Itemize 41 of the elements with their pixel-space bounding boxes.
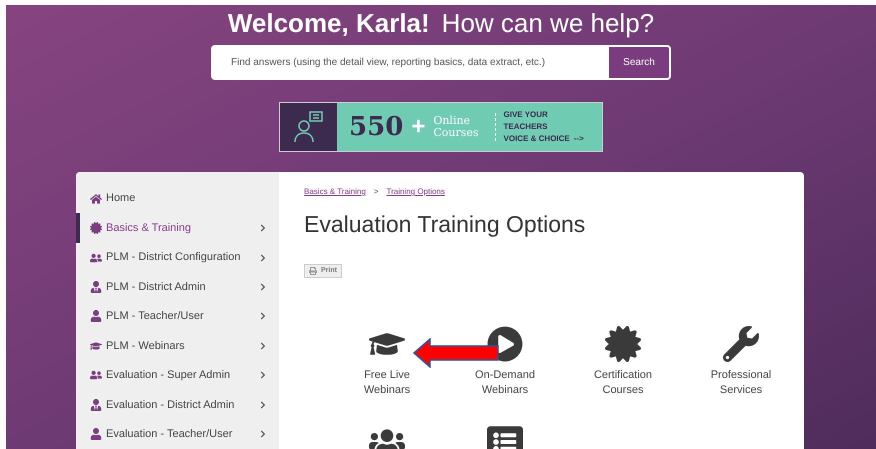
option-label[interactable]: Certification Courses bbox=[594, 368, 652, 398]
sidebar-item[interactable]: Evaluation - District Admin bbox=[76, 390, 279, 420]
sidebar-item[interactable]: PLM - District Admin bbox=[76, 272, 279, 302]
badge-icon bbox=[90, 222, 102, 234]
welcome-heading: Welcome, Karla! bbox=[228, 7, 430, 39]
breadcrumb-link[interactable]: Training Options bbox=[386, 186, 445, 198]
graduation-cap-icon bbox=[90, 340, 102, 352]
arrow-text: --> bbox=[574, 133, 584, 145]
cta-text: GIVE YOUR TEACHERS bbox=[504, 109, 549, 133]
course-count: 550 bbox=[349, 110, 404, 144]
breadcrumb-separator: > bbox=[374, 186, 378, 198]
sidebar-item[interactable]: Evaluation - Super Admin bbox=[76, 360, 279, 390]
option-label[interactable]: Free Live Webinars bbox=[364, 368, 410, 398]
cta-text: VOICE & CHOICE bbox=[504, 133, 570, 145]
users-icon bbox=[90, 252, 102, 264]
sidebar-item[interactable]: PLM - Webinars bbox=[76, 331, 279, 361]
user-icon bbox=[90, 281, 102, 294]
search-button[interactable]: Search bbox=[607, 45, 671, 80]
page-title: Evaluation Training Options bbox=[304, 210, 586, 238]
plus-sign: + bbox=[411, 112, 426, 142]
help-heading: How can we help? bbox=[442, 7, 654, 39]
users-icon bbox=[90, 369, 102, 382]
home-icon bbox=[90, 192, 102, 205]
option-label[interactable]: Professional Services bbox=[710, 368, 772, 398]
teacher-speech-icon bbox=[292, 110, 326, 144]
printer-icon bbox=[309, 267, 317, 275]
badge-icon bbox=[605, 326, 641, 362]
sidebar-item[interactable]: Evaluation - Teacher/User bbox=[76, 420, 279, 449]
user-icon bbox=[90, 428, 102, 440]
user-icon bbox=[90, 310, 102, 322]
sidebar-item[interactable]: PLM - District Configuration bbox=[76, 242, 279, 272]
online-label: Online bbox=[433, 115, 472, 127]
option-label[interactable]: On-Demand Webinars bbox=[475, 368, 535, 398]
sidebar-item[interactable]: Home bbox=[76, 184, 279, 214]
breadcrumb-link[interactable]: Basics & Training bbox=[304, 186, 366, 198]
wrench-icon bbox=[723, 326, 759, 362]
courses-label: Courses bbox=[433, 127, 479, 139]
user-icon bbox=[90, 398, 102, 411]
sidebar-item[interactable]: PLM - Teacher/User bbox=[76, 302, 279, 332]
search-field[interactable]: Find answers (using the detail view, reporting basics, data extract, etc.) bbox=[211, 45, 607, 80]
sidebar-item[interactable]: Basics & Training bbox=[76, 213, 279, 243]
